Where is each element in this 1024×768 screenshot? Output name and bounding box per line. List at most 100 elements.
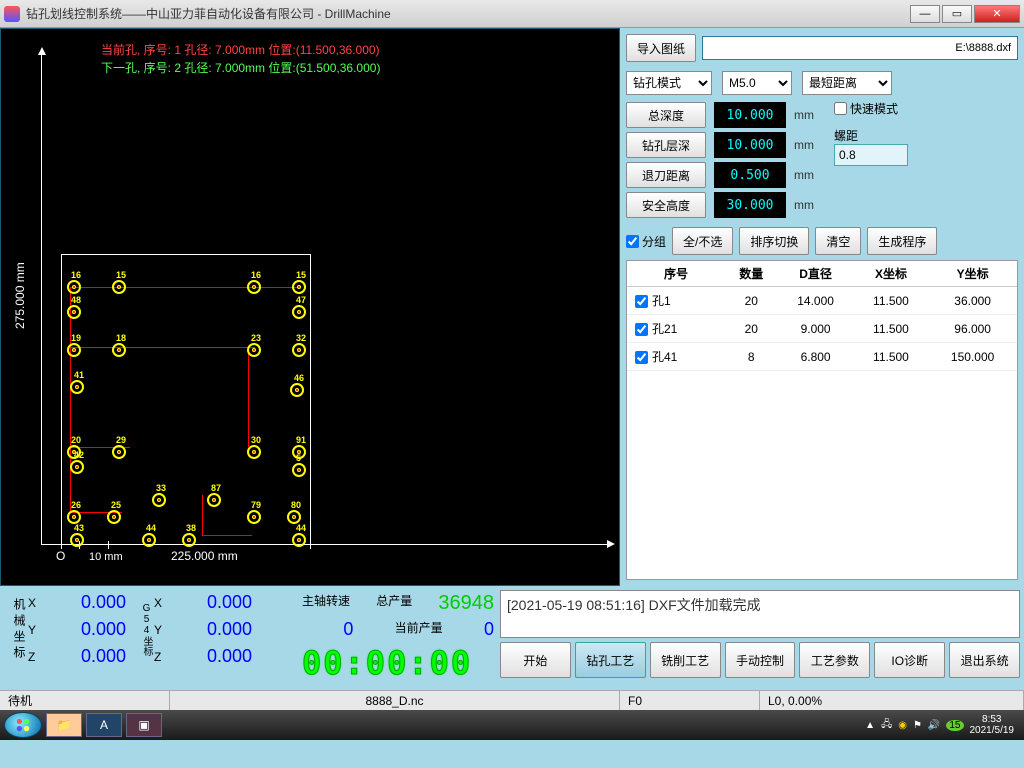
hole-marker[interactable]: 29 <box>112 445 126 459</box>
current-hole-info: 当前孔, 序号: 1 孔径: 7.000mm 位置:(11.500,36.000… <box>101 41 380 58</box>
param-1-button[interactable]: 钻孔层深 <box>626 132 706 158</box>
timer-display: 00:00:00 <box>302 644 494 682</box>
col-header[interactable]: Y坐标 <box>928 261 1017 287</box>
system-tray[interactable]: ▲ 🖧 ◉ ⚑ 🔊 15 8:532021/5/19 <box>859 714 1020 736</box>
col-header[interactable]: 数量 <box>725 261 777 287</box>
maximize-button[interactable]: ▭ <box>942 5 972 23</box>
action-0-button[interactable]: 开始 <box>500 642 571 678</box>
status-bar: 待机 8888_D.nc F0 L0, 0.00% <box>0 690 1024 710</box>
hole-marker[interactable]: 79 <box>247 510 261 524</box>
table-row[interactable]: 孔21209.00011.50096.000 <box>627 315 1017 343</box>
col-header[interactable]: 序号 <box>627 261 725 287</box>
app-taskbar-icon[interactable]: ▣ <box>126 713 162 737</box>
hole-marker[interactable]: 80 <box>287 510 301 524</box>
start-button[interactable] <box>4 712 42 738</box>
param-2-value[interactable]: 0.500 <box>714 162 786 188</box>
taskbar[interactable]: 📁 A ▣ ▲ 🖧 ◉ ⚑ 🔊 15 8:532021/5/19 <box>0 710 1024 740</box>
table-row[interactable]: 孔4186.80011.500150.000 <box>627 343 1017 371</box>
hole-marker[interactable]: 23 <box>247 343 261 357</box>
hole-marker[interactable]: 44 <box>142 533 156 547</box>
hole-marker[interactable]: 42 <box>70 460 84 474</box>
hole-marker[interactable]: 43 <box>70 533 84 547</box>
hole-marker[interactable]: 38 <box>182 533 196 547</box>
y-axis <box>41 49 42 545</box>
hole-marker[interactable]: 15 <box>112 280 126 294</box>
network-icon[interactable]: 🖧 <box>881 717 892 734</box>
action-2-button[interactable]: 铣削工艺 <box>650 642 721 678</box>
table-row[interactable]: 孔12014.00011.50036.000 <box>627 287 1017 315</box>
window-title: 钻孔划线控制系统——中山亚力菲自动化设备有限公司 - DrillMachine <box>26 5 391 22</box>
row-checkbox[interactable] <box>635 323 648 336</box>
next-hole-info: 下一孔, 序号: 2 孔径: 7.000mm 位置:(51.500,36.000… <box>101 59 380 76</box>
hole-marker[interactable]: 26 <box>67 510 81 524</box>
mode-select[interactable]: 钻孔模式 <box>626 71 712 95</box>
param-3-button[interactable]: 安全高度 <box>626 192 706 218</box>
flag-icon[interactable]: ⚑ <box>913 720 922 731</box>
action-6-button[interactable]: 退出系统 <box>949 642 1020 678</box>
taskbar-clock[interactable]: 8:532021/5/19 <box>970 714 1015 736</box>
param-1-value[interactable]: 10.000 <box>714 132 786 158</box>
volume-icon[interactable]: 🔊 <box>928 720 940 731</box>
hole-marker[interactable]: 16 <box>247 280 261 294</box>
sort-toggle-button[interactable]: 排序切换 <box>739 227 809 255</box>
sort-select[interactable]: 最短距离 <box>802 71 892 95</box>
log-output: [2021-05-19 08:51:16] DXF文件加载完成 <box>500 590 1020 638</box>
file-path-field[interactable]: E:\8888.dxf <box>702 36 1018 60</box>
tool-select[interactable]: M5.0 <box>722 71 792 95</box>
hole-marker[interactable]: 18 <box>112 343 126 357</box>
hole-marker[interactable]: 46 <box>290 383 304 397</box>
param-2-button[interactable]: 退刀距离 <box>626 162 706 188</box>
hole-marker[interactable]: 33 <box>152 493 166 507</box>
app-icon <box>4 6 20 22</box>
select-all-button[interactable]: 全/不选 <box>672 227 733 255</box>
holes-table[interactable]: 序号数量D直径X坐标Y坐标 孔12014.00011.50036.000孔212… <box>626 260 1018 580</box>
status-line: L0, 0.00% <box>760 691 1024 710</box>
row-checkbox[interactable] <box>635 295 648 308</box>
hole-marker[interactable]: 30 <box>247 445 261 459</box>
drawing-canvas[interactable]: 当前孔, 序号: 1 孔径: 7.000mm 位置:(11.500,36.000… <box>0 28 620 586</box>
hole-marker[interactable]: 48 <box>67 305 81 319</box>
action-4-button[interactable]: 工艺参数 <box>799 642 870 678</box>
shield-icon[interactable]: ◉ <box>898 720 907 731</box>
status-file: 8888_D.nc <box>170 691 620 710</box>
right-panel: 导入图纸 E:\8888.dxf 钻孔模式 M5.0 最短距离 总深度 10.0… <box>620 28 1024 586</box>
hole-marker[interactable]: 47 <box>292 305 306 319</box>
pitch-label: 螺距 <box>834 127 908 144</box>
action-1-button[interactable]: 钻孔工艺 <box>575 642 646 678</box>
pitch-input[interactable] <box>834 144 908 166</box>
tray-icon[interactable]: ▲ <box>865 720 875 731</box>
hole-marker[interactable]: 41 <box>70 380 84 394</box>
hole-marker[interactable]: 16 <box>67 280 81 294</box>
titlebar: 钻孔划线控制系统——中山亚力菲自动化设备有限公司 - DrillMachine … <box>0 0 1024 28</box>
hole-marker[interactable]: 44 <box>292 533 306 547</box>
origin-label: O <box>56 549 65 563</box>
hole-marker[interactable]: 19 <box>67 343 81 357</box>
coordinates-display: 机械坐标 X0.000 G54坐标 X0.000 Y0.000 Y0.000 Z… <box>0 586 300 690</box>
hole-marker[interactable]: 32 <box>292 343 306 357</box>
clear-button[interactable]: 清空 <box>815 227 861 255</box>
scale-label: 10 mm <box>89 551 123 563</box>
col-header[interactable]: D直径 <box>777 261 853 287</box>
hole-marker[interactable]: 25 <box>107 510 121 524</box>
col-header[interactable]: X坐标 <box>854 261 929 287</box>
import-drawing-button[interactable]: 导入图纸 <box>626 34 696 62</box>
param-0-button[interactable]: 总深度 <box>626 102 706 128</box>
action-5-button[interactable]: IO诊断 <box>874 642 945 678</box>
param-0-value[interactable]: 10.000 <box>714 102 786 128</box>
fast-mode-checkbox[interactable]: 快速模式 <box>834 100 908 117</box>
minimize-button[interactable]: — <box>910 5 940 23</box>
hole-marker[interactable]: 5 <box>292 463 306 477</box>
status-feed: F0 <box>620 691 760 710</box>
row-checkbox[interactable] <box>635 351 648 364</box>
hole-marker[interactable]: 15 <box>292 280 306 294</box>
badge-icon[interactable]: 15 <box>946 720 963 731</box>
action-3-button[interactable]: 手动控制 <box>725 642 796 678</box>
hole-marker[interactable]: 87 <box>207 493 221 507</box>
explorer-icon[interactable]: 📁 <box>46 713 82 737</box>
close-button[interactable]: ✕ <box>974 5 1020 23</box>
generate-program-button[interactable]: 生成程序 <box>867 227 937 255</box>
param-3-value[interactable]: 30.000 <box>714 192 786 218</box>
spindle-display: 主轴转速总产量36948 0当前产量0 00:00:00 <box>300 586 496 690</box>
group-checkbox[interactable]: 分组 <box>626 233 666 250</box>
autocad-icon[interactable]: A <box>86 713 122 737</box>
